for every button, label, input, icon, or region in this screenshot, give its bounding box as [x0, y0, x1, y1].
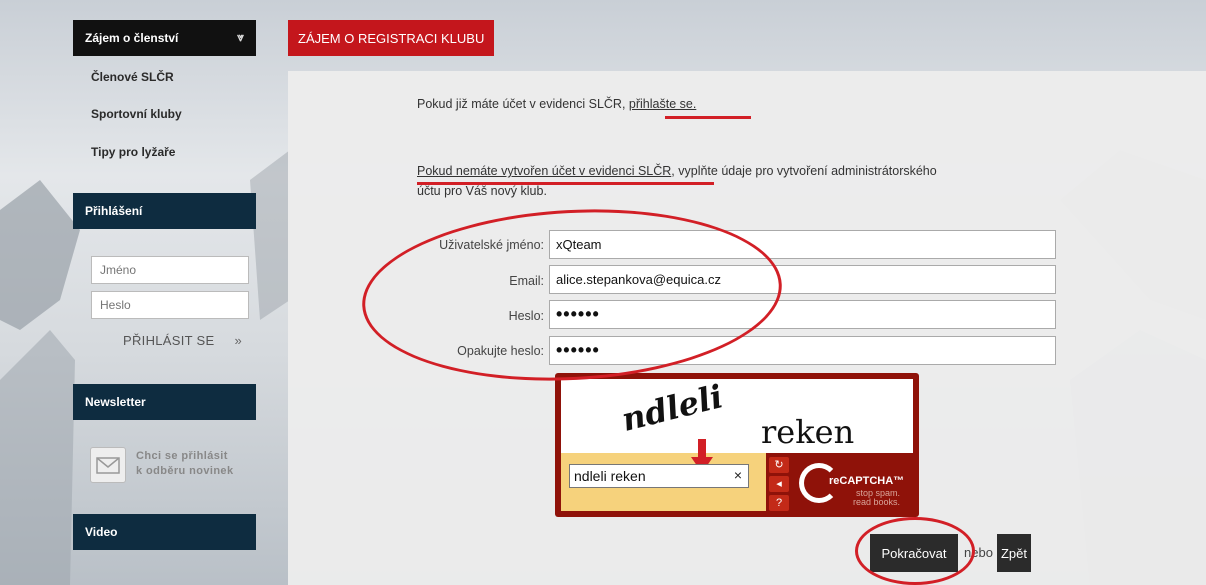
recaptcha-logo: reCAPTCHA™ stop spam. read books. [799, 459, 913, 509]
new-account-text: Pokud nemáte vytvořen účet v evidenci SL… [417, 164, 937, 178]
intro-text-label: Pokud již máte účet v evidenci SLČR, [417, 97, 629, 111]
newsletter-header: Newsletter [73, 384, 256, 420]
captcha-controls: ↻ ◂ ? [769, 457, 789, 514]
new-account-link: Pokud nemáte vytvořen účet v evidenci SL… [417, 164, 672, 178]
recaptcha-widget: ndleli reken ndleli reken × ↻ ◂ ? reCAPT… [555, 373, 919, 517]
video-header-label: Video [85, 525, 118, 539]
mail-icon [90, 447, 126, 483]
recaptcha-tagline: stop spam. read books. [853, 489, 900, 507]
refresh-icon[interactable]: ↻ [769, 457, 789, 473]
clear-icon[interactable]: × [734, 467, 742, 483]
recaptcha-brand: reCAPTCHA™ [827, 475, 907, 487]
login-button-label: PŘIHLÁSIT SE [123, 333, 215, 348]
help-icon[interactable]: ? [769, 495, 789, 511]
collapse-icon[interactable]: ⩔ [237, 30, 244, 45]
newsletter-text-line2: k odběru novinek [136, 465, 234, 477]
captcha-input-area: ndleli reken × [561, 439, 766, 511]
double-chevron-icon: » [234, 333, 243, 348]
newsletter-subscribe[interactable]: Chci se přihlásit k odběru novinek [90, 445, 260, 491]
recaptcha-tagline-2: read books. [853, 497, 901, 507]
captcha-image: ndleli reken [561, 377, 913, 453]
login-button[interactable]: PŘIHLÁSIT SE » [123, 333, 242, 348]
sidebar-item-tips[interactable]: Tipy pro lyžaře [91, 145, 175, 159]
login-header-label: Přihlášení [85, 204, 143, 218]
audio-icon[interactable]: ◂ [769, 476, 789, 492]
captcha-response-input[interactable]: ndleli reken × [569, 464, 749, 488]
captcha-response-value: ndleli reken [574, 468, 646, 484]
sidebar-membership-label: Zájem o členství [85, 31, 179, 45]
login-name-input[interactable] [91, 256, 249, 284]
video-header: Video [73, 514, 256, 550]
annotation-underline-login [665, 116, 751, 119]
annotation-circle-continue [855, 517, 975, 585]
captcha-word-2: reken [761, 413, 855, 451]
sidebar-item-clubs[interactable]: Sportovní kluby [91, 107, 182, 121]
page-title: ZÁJEM O REGISTRACI KLUBU [288, 20, 495, 56]
newsletter-header-label: Newsletter [85, 395, 146, 409]
login-password-input[interactable] [91, 291, 249, 319]
sidebar-membership-header[interactable]: Zájem o členství ⩔ [73, 20, 256, 56]
captcha-word-1: ndleli [617, 377, 727, 439]
sidebar: Zájem o členství ⩔ Členové SLČR Sportovn… [73, 20, 256, 585]
login-header: Přihlášení [73, 193, 256, 229]
intro-text: Pokud již máte účet v evidenci SLČR, při… [417, 97, 696, 111]
login-link[interactable]: přihlašte se. [629, 97, 696, 111]
newsletter-text-line1: Chci se přihlásit [136, 450, 228, 462]
new-account-text-line2: účtu pro Váš nový klub. [417, 184, 547, 198]
back-button[interactable]: Zpět [997, 534, 1031, 572]
sidebar-item-members[interactable]: Členové SLČR [91, 70, 174, 84]
new-account-text-rest: , vyplňte údaje pro vytvoření administrá… [671, 164, 937, 178]
newsletter-text: Chci se přihlásit k odběru novinek [136, 449, 233, 479]
